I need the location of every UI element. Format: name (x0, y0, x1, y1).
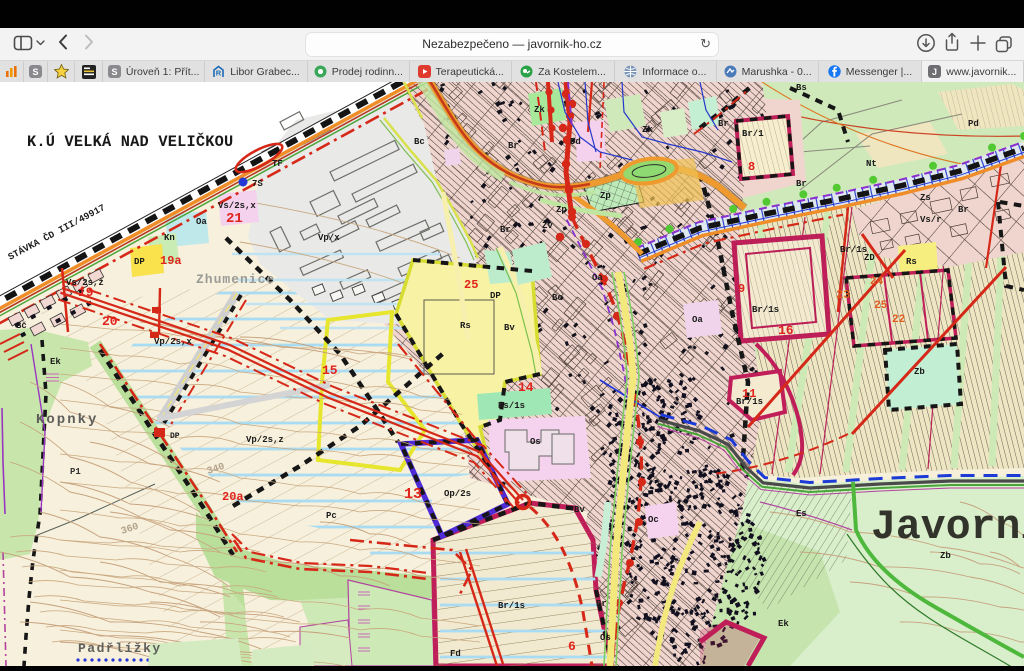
svg-text:DP: DP (490, 291, 501, 301)
svg-text:ZD: ZD (864, 253, 875, 263)
svg-text:15: 15 (322, 363, 338, 378)
svg-text:Br: Br (596, 599, 607, 609)
svg-text:Bv: Bv (574, 505, 585, 515)
svg-text:Os: Os (600, 633, 611, 643)
svg-text:Rs: Rs (906, 257, 917, 267)
svg-text:Nt: Nt (866, 159, 877, 169)
svg-text:Vp/2s,x: Vp/2s,x (154, 337, 192, 347)
svg-text:Zs: Zs (920, 193, 931, 203)
svg-text:Rs/1s: Rs/1s (498, 401, 525, 411)
svg-text:DP: DP (170, 432, 180, 441)
svg-text:20a: 20a (222, 490, 244, 504)
svg-text:Pd: Pd (968, 119, 979, 129)
svg-text:22: 22 (892, 314, 905, 326)
svg-text:Bs: Bs (796, 83, 807, 93)
svg-text:TF: TF (272, 159, 283, 169)
svg-text:Dd: Dd (570, 137, 581, 147)
svg-text:K.Ú VELKÁ NAD VELIČKOU: K.Ú VELKÁ NAD VELIČKOU (27, 133, 233, 151)
svg-text:25: 25 (874, 300, 888, 312)
svg-text:Br: Br (508, 141, 519, 151)
svg-text:Br/1s: Br/1s (840, 245, 867, 255)
svg-text:9: 9 (738, 282, 745, 296)
svg-text:S: S (32, 67, 38, 77)
svg-text:Fd: Fd (450, 649, 461, 659)
svg-text:Br: Br (958, 205, 969, 215)
svg-text:13: 13 (404, 486, 422, 503)
svg-text:Oc: Oc (648, 515, 659, 525)
svg-text:Rs: Rs (460, 321, 471, 331)
svg-text:Vp/x: Vp/x (318, 233, 340, 243)
svg-text:Kopnky: Kopnky (36, 412, 98, 428)
svg-text:21: 21 (226, 211, 243, 227)
svg-text:Zb: Zb (914, 367, 925, 377)
svg-text:Zhumenice: Zhumenice (196, 272, 275, 287)
svg-text:Bv: Bv (504, 323, 515, 333)
svg-text:Bc: Bc (552, 293, 563, 303)
svg-text:25: 25 (464, 278, 478, 292)
svg-text:Br: Br (500, 225, 511, 235)
svg-text:16: 16 (778, 323, 794, 338)
svg-text:R: R (216, 69, 222, 78)
svg-text:Vp/2s,z: Vp/2s,z (246, 435, 284, 445)
svg-text:Vs/r: Vs/r (920, 215, 942, 225)
svg-text:Oa: Oa (692, 315, 703, 325)
svg-text:Br/1: Br/1 (742, 129, 764, 139)
svg-text:8: 8 (748, 160, 755, 174)
svg-text:Zv: Zv (542, 221, 553, 231)
svg-text:Br: Br (796, 179, 807, 189)
svg-text:P1: P1 (70, 467, 81, 477)
svg-text:Es: Es (796, 509, 807, 519)
svg-text:Zk: Zk (534, 105, 545, 115)
svg-text:Padřlížky: Padřlížky (78, 641, 162, 656)
svg-text:Vs/2s,x: Vs/2s,x (218, 201, 256, 211)
svg-text:J: J (932, 67, 937, 77)
svg-text:20: 20 (102, 314, 118, 329)
svg-text:23: 23 (836, 288, 850, 302)
svg-text:Pc: Pc (326, 511, 337, 521)
svg-text:Os: Os (530, 437, 541, 447)
svg-text:24: 24 (870, 276, 884, 288)
svg-text:Zk: Zk (642, 125, 653, 135)
svg-text:Br: Br (718, 119, 729, 129)
svg-text:Ek: Ek (778, 619, 789, 629)
svg-text:Oa: Oa (196, 217, 207, 227)
svg-text:Javorní: Javorní (871, 504, 1024, 551)
svg-text:Br/1s: Br/1s (498, 601, 525, 611)
svg-text:S: S (111, 67, 117, 77)
svg-text:19a: 19a (160, 254, 182, 268)
svg-text:6: 6 (568, 639, 576, 654)
svg-text:Ek: Ek (50, 357, 61, 367)
svg-text:Op/2s: Op/2s (444, 489, 471, 499)
svg-text:Br/1s: Br/1s (736, 397, 763, 407)
svg-text:Br/1s: Br/1s (752, 305, 779, 315)
svg-text:Bc: Bc (414, 137, 425, 147)
svg-text:Zp: Zp (556, 205, 567, 215)
svg-text:14: 14 (518, 380, 534, 395)
svg-text:Kn: Kn (164, 233, 175, 243)
svg-text:Zb: Zb (940, 551, 951, 561)
svg-text:Vs/2s,ž: Vs/2s,ž (66, 278, 104, 288)
svg-text:Zp: Zp (600, 191, 611, 201)
svg-text:Oa: Oa (592, 273, 603, 283)
svg-text:7S: 7S (252, 179, 263, 189)
svg-text:DP: DP (134, 257, 145, 267)
